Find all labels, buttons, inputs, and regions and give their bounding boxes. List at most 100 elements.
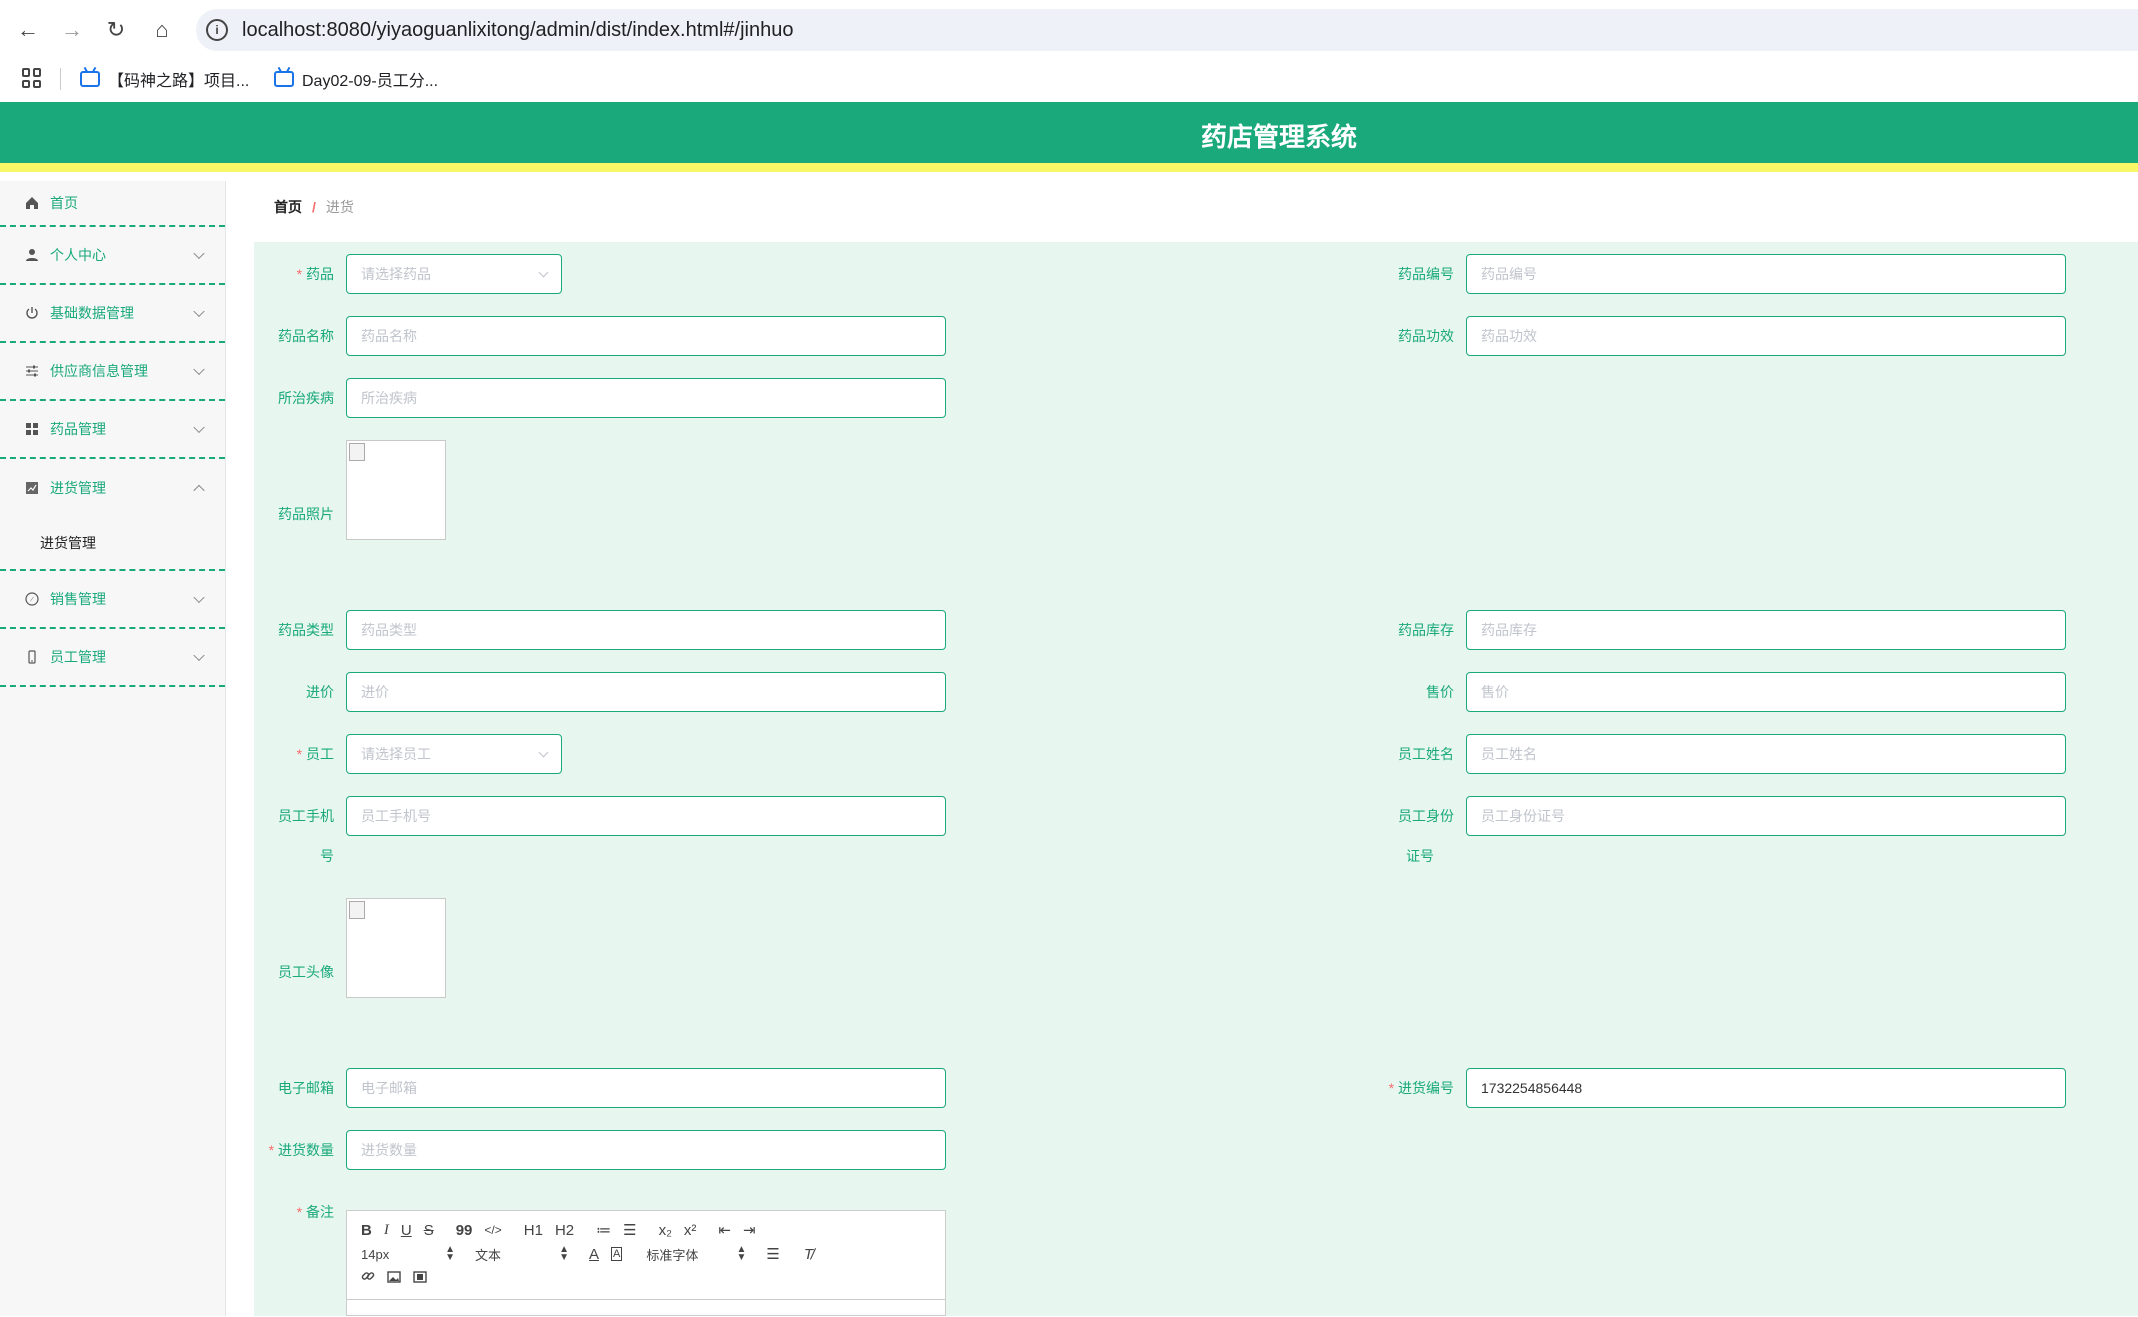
- employee-id-label-line2: 证号: [1406, 848, 1434, 864]
- drug-effect-input[interactable]: 药品功效: [1466, 316, 2066, 356]
- sidebar-item-employee[interactable]: 员工管理: [0, 629, 225, 687]
- background-color-icon[interactable]: A: [611, 1247, 623, 1261]
- drug-effect-label: 药品功效: [1398, 328, 1454, 344]
- drug-name-input[interactable]: 药品名称: [346, 316, 946, 356]
- drug-select-placeholder: 请选择药品: [361, 266, 431, 282]
- sidebar-item-basic-data[interactable]: 基础数据管理: [0, 285, 225, 343]
- blockquote-button[interactable]: 99: [456, 1222, 473, 1239]
- chevron-down-icon: [193, 363, 205, 376]
- sidebar-item-profile[interactable]: 个人中心: [0, 227, 225, 285]
- bookmark-item[interactable]: Day02-09-员工分...: [274, 66, 438, 92]
- purchase-no-input[interactable]: 1732254856448: [1466, 1068, 2066, 1108]
- italic-button[interactable]: I: [384, 1222, 389, 1239]
- drug-photo-image[interactable]: [346, 440, 446, 540]
- back-icon[interactable]: ←: [12, 14, 44, 46]
- sidebar-item-purchase[interactable]: 进货管理: [0, 459, 225, 517]
- employee-id-label: 员工身份: [1398, 808, 1454, 824]
- sliders-icon: [24, 363, 40, 379]
- employee-select[interactable]: 请选择员工: [346, 734, 562, 774]
- code-button[interactable]: </>: [484, 1223, 501, 1237]
- purchase-qty-input[interactable]: 进货数量: [346, 1130, 946, 1170]
- disease-input[interactable]: 所治疾病: [346, 378, 946, 418]
- employee-avatar-label: 员工头像: [278, 964, 334, 980]
- chevron-down-icon: [193, 591, 205, 604]
- home-icon: [24, 195, 40, 211]
- site-info-icon[interactable]: i: [206, 19, 228, 41]
- video-icon[interactable]: [413, 1270, 427, 1287]
- drug-stock-input[interactable]: 药品库存: [1466, 610, 2066, 650]
- reload-icon[interactable]: ↻: [100, 14, 132, 46]
- editor-toolbar-row-3: [361, 1267, 439, 1289]
- drug-select[interactable]: 请选择药品: [346, 254, 562, 294]
- sidebar-item-home[interactable]: 首页: [0, 181, 225, 227]
- align-icon[interactable]: ☰: [766, 1245, 779, 1263]
- select-arrows-icon: ▲ ▼: [559, 1244, 569, 1263]
- font-color-icon[interactable]: A: [589, 1246, 599, 1263]
- chevron-down-icon: [538, 267, 549, 278]
- breadcrumb-home[interactable]: 首页: [274, 197, 302, 217]
- drug-type-input[interactable]: 药品类型: [346, 610, 946, 650]
- bookmark-separator: [60, 68, 61, 90]
- email-input[interactable]: 电子邮箱: [346, 1068, 946, 1108]
- font-family-select[interactable]: 标准字体 ▲ ▼: [646, 1245, 746, 1264]
- drug-code-label: 药品编号: [1398, 266, 1454, 282]
- purchase-no-value: 1732254856448: [1481, 1080, 1583, 1096]
- chevron-down-icon: [193, 247, 205, 260]
- chevron-down-icon: [193, 421, 205, 434]
- employee-id-input[interactable]: 员工身份证号: [1466, 796, 2066, 836]
- heading2-button[interactable]: H2: [555, 1222, 574, 1239]
- heading1-button[interactable]: H1: [524, 1222, 543, 1239]
- editor-content[interactable]: [347, 1299, 945, 1317]
- bilibili-icon: [80, 71, 100, 87]
- forward-icon[interactable]: →: [56, 14, 88, 46]
- outdent-button[interactable]: ⇤: [718, 1221, 731, 1239]
- drug-photo-label: 药品照片: [278, 506, 334, 522]
- link-icon[interactable]: [361, 1269, 375, 1287]
- apps-icon[interactable]: [22, 68, 42, 88]
- address-bar[interactable]: i localhost:8080/yiyaoguanlixitong/admin…: [196, 9, 2138, 51]
- sell-price-label: 售价: [1426, 684, 1454, 700]
- buy-price-input[interactable]: 进价: [346, 672, 946, 712]
- employee-name-input[interactable]: 员工姓名: [1466, 734, 2066, 774]
- drug-code-placeholder: 药品编号: [1481, 266, 1537, 282]
- bold-button[interactable]: B: [361, 1222, 372, 1239]
- bookmark-item[interactable]: 【码神之路】项目...: [80, 66, 249, 92]
- superscript-button[interactable]: x²: [684, 1222, 697, 1239]
- remark-editor[interactable]: B I U S 99 </> H1 H2 ≔ ☰ x₂ x² ⇤ ⇥ 14px …: [346, 1210, 946, 1316]
- underline-button[interactable]: U: [401, 1222, 412, 1239]
- sidebar-item-label: 首页: [50, 195, 78, 211]
- editor-toolbar-row-2: 14px ▲ ▼ 文本 ▲ ▼ A A 标准字体 ▲ ▼ ☰ T̸: [361, 1243, 825, 1265]
- sidebar-item-label: 药品管理: [50, 421, 106, 437]
- subscript-button[interactable]: x₂: [659, 1222, 672, 1239]
- home-icon[interactable]: ⌂: [146, 14, 178, 46]
- editor-toolbar-row-1: B I U S 99 </> H1 H2 ≔ ☰ x₂ x² ⇤ ⇥: [361, 1219, 768, 1241]
- image-icon[interactable]: [387, 1270, 401, 1287]
- sidebar-item-sales[interactable]: 销售管理: [0, 571, 225, 629]
- drug-code-input[interactable]: 药品编号: [1466, 254, 2066, 294]
- select-arrows-icon: ▲ ▼: [445, 1244, 455, 1263]
- grid-icon: [24, 421, 40, 437]
- sell-price-input[interactable]: 售价: [1466, 672, 2066, 712]
- email-placeholder: 电子邮箱: [361, 1080, 417, 1096]
- employee-phone-label: 员工手机: [278, 808, 334, 824]
- user-icon: [24, 247, 40, 263]
- indent-button[interactable]: ⇥: [743, 1221, 756, 1239]
- ordered-list-button[interactable]: ≔: [596, 1221, 611, 1239]
- bullet-list-button[interactable]: ☰: [623, 1221, 636, 1239]
- clear-format-icon[interactable]: T̸: [804, 1246, 813, 1263]
- sidebar-item-label: 供应商信息管理: [50, 363, 148, 379]
- employee-name-placeholder: 员工姓名: [1481, 746, 1537, 762]
- employee-avatar-image[interactable]: [346, 898, 446, 998]
- breadcrumb: 首页 / 进货: [254, 181, 2138, 233]
- font-size-select[interactable]: 14px ▲ ▼: [361, 1244, 455, 1263]
- strike-button[interactable]: S: [424, 1222, 434, 1239]
- chevron-up-icon: [193, 484, 205, 497]
- sidebar-item-drug[interactable]: 药品管理: [0, 401, 225, 459]
- chevron-down-icon: [193, 305, 205, 318]
- employee-select-placeholder: 请选择员工: [361, 746, 431, 762]
- block-type-select[interactable]: 文本 ▲ ▼: [475, 1245, 569, 1264]
- sidebar: 首页 个人中心 基础数据管理 供应商信息管理 药品管理 进货管理 进货管理 销售…: [0, 181, 226, 1316]
- employee-phone-input[interactable]: 员工手机号: [346, 796, 946, 836]
- sidebar-subitem-purchase[interactable]: 进货管理: [0, 517, 225, 569]
- sidebar-item-supplier[interactable]: 供应商信息管理: [0, 343, 225, 401]
